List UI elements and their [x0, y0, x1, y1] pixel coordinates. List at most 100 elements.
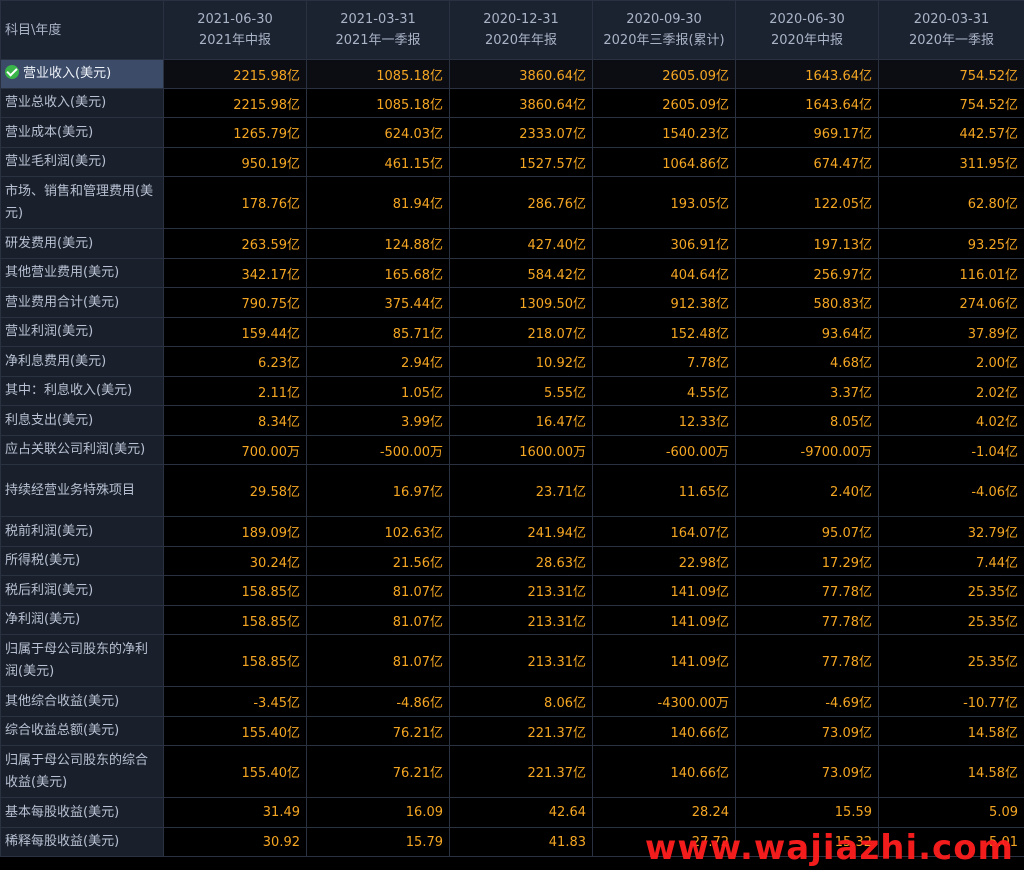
value-cell: 8.34亿 [163, 405, 307, 436]
column-header[interactable]: 2020-03-31 2020年一季报 [878, 0, 1024, 60]
table-row[interactable]: 营业总收入(美元) 2215.98亿 1085.18亿 3860.64亿 2605.09… [0, 88, 1024, 118]
value-cell: 1527.57亿 [449, 147, 593, 177]
value-cell: 274.06亿 [878, 287, 1024, 318]
value-cell: 155.40亿 [163, 716, 307, 746]
table-row[interactable]: 持续经营业务特殊项目 29.58亿 16.97亿 23.71亿 11.65亿 2.40亿 -… [0, 464, 1024, 517]
value-cell: 95.07亿 [735, 516, 879, 547]
table-row[interactable]: 净利润(美元) 158.85亿 81.07亿 213.31亿 141.09亿 77.78亿… [0, 605, 1024, 635]
table-row[interactable]: 营业利润(美元) 159.44亿 85.71亿 218.07亿 152.48亿 93.64… [0, 317, 1024, 347]
column-period: 2021年一季报 [335, 33, 421, 48]
table-row[interactable]: 综合收益总额(美元) 155.40亿 76.21亿 221.37亿 140.66亿 73.… [0, 716, 1024, 746]
row-label[interactable]: 归属于母公司股东的净利润(美元) [0, 634, 164, 687]
row-label[interactable]: 营业成本(美元) [0, 117, 164, 148]
table-row[interactable]: 营业毛利润(美元) 950.19亿 461.15亿 1527.57亿 1064.86亿 6… [0, 147, 1024, 177]
table-row[interactable]: 市场、销售和管理费用(美元) 178.76亿 81.94亿 286.76亿 193.05… [0, 176, 1024, 229]
value-cell: 754.52亿 [878, 59, 1024, 89]
row-label[interactable]: 净利润(美元) [0, 605, 164, 635]
value-cell: 81.94亿 [306, 176, 450, 229]
row-label-text: 营业利润(美元) [5, 324, 94, 339]
row-label-text: 研发费用(美元) [5, 235, 94, 251]
value-cell: 3860.64亿 [449, 59, 593, 89]
row-label[interactable]: 其他综合收益(美元) [0, 686, 164, 717]
value-cell: 31.49 [163, 797, 307, 828]
row-label[interactable]: 营业费用合计(美元) [0, 287, 164, 318]
row-label-text: 持续经营业务特殊项目 [5, 482, 136, 498]
row-label[interactable]: 营业利润(美元) [0, 317, 164, 347]
row-label[interactable]: 持续经营业务特殊项目 [0, 464, 164, 517]
row-label[interactable]: 归属于母公司股东的综合收益(美元) [0, 745, 164, 798]
table-row[interactable]: 稀释每股收益(美元) 30.92 15.79 41.83 27.72 15.32 5.01 [0, 827, 1024, 857]
value-cell: 193.05亿 [592, 176, 736, 229]
value-cell: 16.47亿 [449, 405, 593, 436]
column-date: 2020-12-31 [483, 12, 559, 27]
value-cell: 213.31亿 [449, 605, 593, 635]
value-cell: 4.02亿 [878, 405, 1024, 436]
row-label[interactable]: 税前利润(美元) [0, 516, 164, 547]
value-cell: 7.44亿 [878, 546, 1024, 576]
value-cell: 461.15亿 [306, 147, 450, 177]
table-row[interactable]: 利息支出(美元) 8.34亿 3.99亿 16.47亿 12.33亿 8.05亿 4.02亿 [0, 405, 1024, 436]
row-label[interactable]: 利息支出(美元) [0, 405, 164, 436]
table-row[interactable]: 其他营业费用(美元) 342.17亿 165.68亿 584.42亿 404.64亿 25… [0, 258, 1024, 288]
column-header[interactable]: 2021-03-31 2021年一季报 [306, 0, 450, 60]
table-row[interactable]: 所得税(美元) 30.24亿 21.56亿 28.63亿 22.98亿 17.29亿 7.4… [0, 546, 1024, 576]
value-cell: 116.01亿 [878, 258, 1024, 288]
table-row[interactable]: 净利息费用(美元) 6.23亿 2.94亿 10.92亿 7.78亿 4.68亿 2.00亿 [0, 346, 1024, 377]
column-period: 2020年三季报(累计) [603, 33, 725, 48]
value-cell: 42.64 [449, 797, 593, 828]
column-period: 2020年中报 [770, 33, 844, 48]
column-header[interactable]: 2021-06-30 2021年中报 [163, 0, 307, 60]
row-label[interactable]: 基本每股收益(美元) [0, 797, 164, 828]
row-label[interactable]: 市场、销售和管理费用(美元) [0, 176, 164, 229]
row-label[interactable]: 稀释每股收益(美元) [0, 827, 164, 857]
table-row[interactable]: 营业成本(美元) 1265.79亿 624.03亿 2333.07亿 1540.23亿 9… [0, 117, 1024, 148]
value-cell: 81.07亿 [306, 575, 450, 606]
value-cell: 73.09亿 [735, 745, 879, 798]
table-row[interactable]: 其中：利息收入(美元) 2.11亿 1.05亿 5.55亿 4.55亿 3.37亿 2.02… [0, 376, 1024, 406]
row-label[interactable]: 营业毛利润(美元) [0, 147, 164, 177]
table-row[interactable]: 归属于母公司股东的净利润(美元) 158.85亿 81.07亿 213.31亿 141.… [0, 634, 1024, 687]
value-cell: 790.75亿 [163, 287, 307, 318]
column-header[interactable]: 2020-06-30 2020年中报 [735, 0, 879, 60]
value-cell: 2215.98亿 [163, 59, 307, 89]
row-label[interactable]: 其中：利息收入(美元) [0, 376, 164, 406]
value-cell: 1085.18亿 [306, 59, 450, 89]
value-cell: 912.38亿 [592, 287, 736, 318]
table-row[interactable]: 营业费用合计(美元) 790.75亿 375.44亿 1309.50亿 912.38亿 5… [0, 287, 1024, 318]
table-row[interactable]: 基本每股收益(美元) 31.49 16.09 42.64 28.24 15.59 5.09 [0, 797, 1024, 828]
row-label[interactable]: 营业收入(美元) [0, 59, 164, 89]
value-cell: 178.76亿 [163, 176, 307, 229]
table-body: 营业收入(美元) 2215.98亿 1085.18亿 3860.64亿 2605.09亿… [0, 59, 1024, 857]
table-row[interactable]: 营业收入(美元) 2215.98亿 1085.18亿 3860.64亿 2605.09亿… [0, 59, 1024, 89]
column-header[interactable]: 2020-09-30 2020年三季报(累计) [592, 0, 736, 60]
row-label[interactable]: 其他营业费用(美元) [0, 258, 164, 288]
table-row[interactable]: 研发费用(美元) 263.59亿 124.88亿 427.40亿 306.91亿 197.… [0, 228, 1024, 259]
value-cell: 5.01 [878, 827, 1024, 857]
row-label[interactable]: 营业总收入(美元) [0, 88, 164, 118]
row-label[interactable]: 税后利润(美元) [0, 575, 164, 606]
value-cell: 2.11亿 [163, 376, 307, 406]
value-cell: 7.78亿 [592, 346, 736, 377]
table-row[interactable]: 其他综合收益(美元) -3.45亿 -4.86亿 8.06亿 -4300.00万 -4.6… [0, 686, 1024, 717]
value-cell: 76.21亿 [306, 716, 450, 746]
value-cell: 29.58亿 [163, 464, 307, 517]
value-cell: 969.17亿 [735, 117, 879, 148]
value-cell: 10.92亿 [449, 346, 593, 377]
value-cell: 1643.64亿 [735, 88, 879, 118]
row-label[interactable]: 研发费用(美元) [0, 228, 164, 259]
value-cell: 159.44亿 [163, 317, 307, 347]
value-cell: 700.00万 [163, 435, 307, 465]
row-label[interactable]: 综合收益总额(美元) [0, 716, 164, 746]
table-row[interactable]: 税后利润(美元) 158.85亿 81.07亿 213.31亿 141.09亿 77.78… [0, 575, 1024, 606]
table-row[interactable]: 税前利润(美元) 189.09亿 102.63亿 241.94亿 164.07亿 95.0… [0, 516, 1024, 547]
table-row[interactable]: 归属于母公司股东的综合收益(美元) 155.40亿 76.21亿 221.37亿 140… [0, 745, 1024, 798]
row-label[interactable]: 净利息费用(美元) [0, 346, 164, 377]
table-row[interactable]: 应占关联公司利润(美元) 700.00万 -500.00万 1600.00万 -600.… [0, 435, 1024, 465]
row-label[interactable]: 所得税(美元) [0, 546, 164, 576]
value-cell: 2.00亿 [878, 346, 1024, 377]
column-header[interactable]: 2020-12-31 2020年年报 [449, 0, 593, 60]
value-cell: 25.35亿 [878, 605, 1024, 635]
value-cell: 263.59亿 [163, 228, 307, 259]
value-cell: 158.85亿 [163, 575, 307, 606]
row-label[interactable]: 应占关联公司利润(美元) [0, 435, 164, 465]
